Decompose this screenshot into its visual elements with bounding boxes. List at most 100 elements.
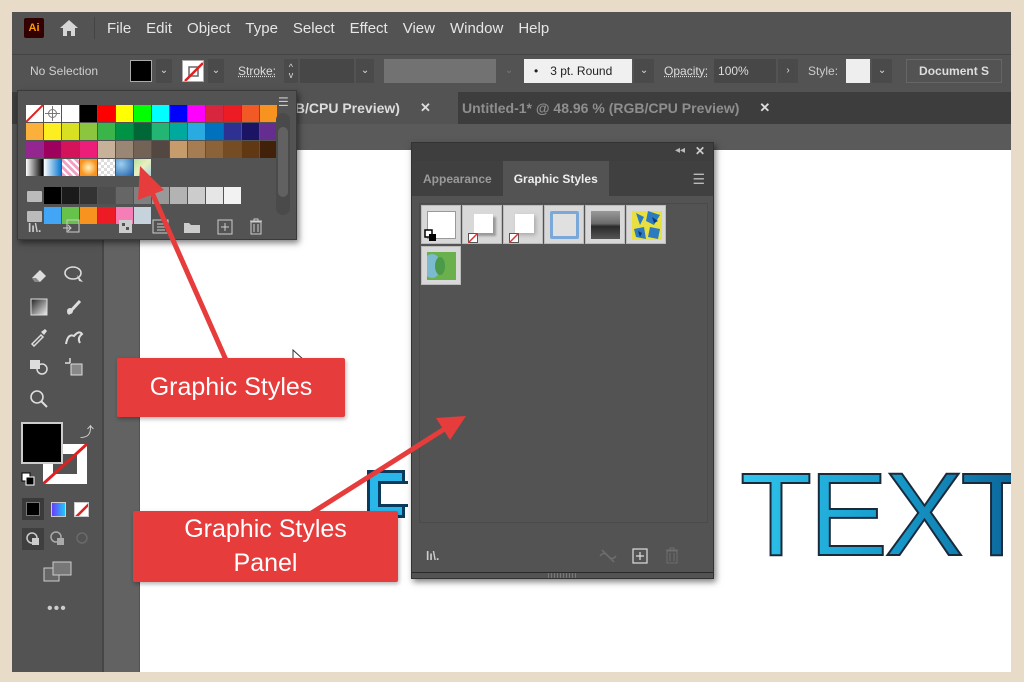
- swatch[interactable]: [98, 207, 115, 224]
- swatch[interactable]: [170, 105, 187, 122]
- stroke-weight-dropdown[interactable]: ⌄: [356, 58, 375, 83]
- puppet-warp-tool-icon[interactable]: [63, 326, 85, 348]
- swatch[interactable]: [25, 104, 44, 123]
- menu-window[interactable]: Window: [450, 20, 503, 37]
- swatch[interactable]: [170, 141, 187, 158]
- swatch[interactable]: [116, 187, 133, 204]
- tab-appearance[interactable]: Appearance: [412, 161, 503, 196]
- swatch-options-icon[interactable]: [152, 219, 170, 240]
- swatch[interactable]: [206, 187, 223, 204]
- panel-menu-icon[interactable]: ☰: [278, 95, 289, 109]
- brush-dropdown[interactable]: ⌄: [634, 58, 655, 83]
- close-tab-icon[interactable]: ✕: [420, 100, 431, 116]
- swatch[interactable]: [116, 141, 133, 158]
- close-panel-icon[interactable]: ✕: [695, 144, 705, 158]
- swatch-libraries-icon[interactable]: lı\.: [28, 221, 41, 235]
- style-swatch[interactable]: [846, 58, 871, 83]
- tab-graphic-styles[interactable]: Graphic Styles: [502, 161, 609, 196]
- opacity-input[interactable]: 100%: [714, 58, 777, 83]
- swatch[interactable]: [242, 141, 259, 158]
- swatch[interactable]: [224, 141, 241, 158]
- panel-resize-grip[interactable]: [548, 573, 576, 578]
- menu-effect[interactable]: Effect: [350, 20, 388, 37]
- menu-view[interactable]: View: [403, 20, 435, 37]
- swatches-scrollbar[interactable]: [276, 113, 290, 215]
- swatch[interactable]: [224, 123, 241, 140]
- style-pattern-leaves[interactable]: [626, 205, 666, 244]
- document-tab-untitled[interactable]: Untitled-1* @ 48.96 % (RGB/CPU Preview) …: [460, 92, 770, 124]
- swatch[interactable]: [188, 187, 205, 204]
- style-default[interactable]: [421, 205, 461, 244]
- swatch[interactable]: [188, 105, 205, 122]
- stroke-weight-stepper[interactable]: ^ v: [284, 58, 299, 83]
- stroke-color-swatch[interactable]: [182, 59, 204, 82]
- draw-normal-icon[interactable]: [22, 528, 44, 550]
- swatch[interactable]: [134, 105, 151, 122]
- new-color-group-icon[interactable]: [183, 220, 201, 239]
- menu-select[interactable]: Select: [293, 20, 335, 37]
- swatch[interactable]: [116, 159, 133, 176]
- document-tab-active[interactable]: GB/CPU Preview) ✕: [280, 92, 458, 124]
- screen-mode-icon[interactable]: [43, 560, 73, 589]
- swatch[interactable]: [26, 123, 43, 140]
- swatch[interactable]: [116, 123, 133, 140]
- menu-file[interactable]: File: [107, 20, 131, 37]
- swap-fill-stroke-icon[interactable]: ⤴: [80, 422, 94, 442]
- shape-builder-tool-icon[interactable]: [28, 356, 50, 378]
- gradient-tool-icon[interactable]: [28, 296, 50, 318]
- brush-definition[interactable]: • 3 pt. Round: [524, 58, 633, 83]
- swatch[interactable]: [80, 141, 97, 158]
- graphic-styles-libraries-icon[interactable]: lı\.: [426, 549, 439, 563]
- delete-swatch-icon[interactable]: [248, 218, 264, 240]
- lasso-select-tool-icon[interactable]: [63, 264, 85, 286]
- swatch[interactable]: [98, 141, 115, 158]
- fill-color-swatch[interactable]: [130, 59, 152, 82]
- swatch[interactable]: [44, 105, 61, 122]
- swatch[interactable]: [206, 141, 223, 158]
- swatch[interactable]: [80, 187, 97, 204]
- swatch[interactable]: [260, 105, 277, 122]
- swatch[interactable]: [26, 141, 43, 158]
- swatch[interactable]: [44, 141, 61, 158]
- swatch[interactable]: [80, 105, 97, 122]
- place-swatch-icon[interactable]: [62, 219, 80, 240]
- swatch[interactable]: [152, 141, 169, 158]
- color-mode-button[interactable]: [22, 498, 44, 520]
- gradient-mode-button[interactable]: [51, 502, 66, 517]
- swatch[interactable]: [170, 187, 187, 204]
- panel-titlebar[interactable]: ◂◂ ✕: [412, 143, 713, 161]
- fill-dropdown[interactable]: ⌄: [156, 58, 172, 83]
- stroke-label[interactable]: Stroke:: [238, 64, 276, 78]
- swatch[interactable]: [80, 123, 97, 140]
- panel-menu-icon[interactable]: ☰: [692, 171, 705, 188]
- swatch[interactable]: [44, 159, 61, 176]
- style-dropdown[interactable]: ⌄: [872, 58, 893, 83]
- swatch[interactable]: [134, 141, 151, 158]
- swatch[interactable]: [62, 105, 79, 122]
- swatch[interactable]: [98, 187, 115, 204]
- swatch[interactable]: [98, 105, 115, 122]
- swatch[interactable]: [242, 105, 259, 122]
- collapse-panel-icon[interactable]: ◂◂: [675, 145, 685, 156]
- swatch[interactable]: [224, 187, 241, 204]
- swatch[interactable]: [98, 159, 115, 176]
- break-link-icon[interactable]: [598, 549, 618, 568]
- draw-behind-icon[interactable]: [49, 530, 65, 551]
- swatch[interactable]: [80, 207, 97, 224]
- document-setup-button[interactable]: Document S: [906, 58, 1003, 83]
- swatch[interactable]: [62, 187, 79, 204]
- swatch[interactable]: [152, 187, 169, 204]
- swatch[interactable]: [152, 105, 169, 122]
- close-tab-icon[interactable]: ✕: [759, 100, 770, 116]
- swatch[interactable]: [98, 123, 115, 140]
- profile-dropdown[interactable]: ⌄: [498, 58, 521, 83]
- swatch[interactable]: [134, 123, 151, 140]
- swatch[interactable]: [62, 123, 79, 140]
- color-group-folder-icon[interactable]: [27, 191, 42, 202]
- delete-graphic-style-icon[interactable]: [664, 547, 680, 569]
- swatch[interactable]: [242, 123, 259, 140]
- none-mode-button[interactable]: [74, 502, 89, 517]
- swatch[interactable]: [152, 123, 169, 140]
- swatch[interactable]: [224, 105, 241, 122]
- menu-object[interactable]: Object: [187, 20, 230, 37]
